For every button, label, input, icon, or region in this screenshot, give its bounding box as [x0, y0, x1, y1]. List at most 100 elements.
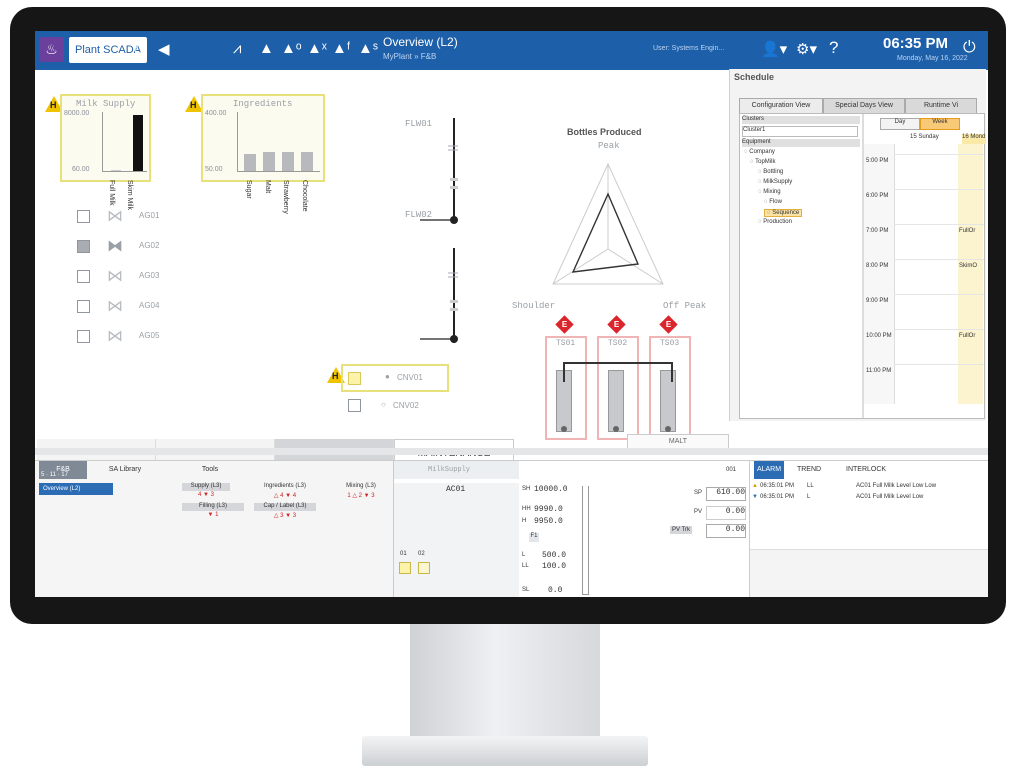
card-title: Ingredients: [233, 99, 293, 109]
valve-icon[interactable]: ⋈: [107, 326, 123, 346]
valve-icon[interactable]: ⋈: [107, 296, 123, 316]
valve-checkbox[interactable]: [77, 330, 90, 343]
page-button[interactable]: Ingredients (L3): [254, 483, 316, 491]
tree-item[interactable]: ◌ Mixing: [758, 189, 781, 195]
conveyor-checkbox[interactable]: [348, 372, 361, 385]
output-indicator[interactable]: [399, 562, 411, 574]
tree-item[interactable]: ◌ Sequence: [764, 209, 803, 217]
tab-trend[interactable]: TREND: [794, 461, 824, 479]
hh-value: 9990.0: [534, 505, 563, 514]
tree-item[interactable]: ◌ Bottling: [758, 169, 783, 175]
alarm-description[interactable]: AC01 Full Milk Level Low: [856, 494, 923, 500]
view-week-button[interactable]: Week: [920, 118, 960, 130]
horizontal-scrollbar[interactable]: [35, 448, 988, 455]
sl-value: 0.0: [548, 586, 563, 595]
valve-list: ⋈ AG01 ⧓ AG02 ⋈ AG03 ⋈ AG04 ⋈ AG05: [73, 208, 193, 380]
alarm-description[interactable]: AC01 Full Milk Level Low Low: [856, 483, 936, 489]
tree-item[interactable]: ◌ Production: [758, 219, 792, 225]
breadcrumb[interactable]: MyPlant » F&B: [383, 52, 436, 61]
valve-checkbox[interactable]: [77, 210, 90, 223]
tab-configuration-view[interactable]: Configuration View: [739, 98, 823, 114]
valve-checkbox[interactable]: [77, 240, 90, 253]
milk-supply-card[interactable]: Milk Supply 8000.00 60.00: [60, 94, 151, 182]
tab-runtime-view[interactable]: Runtime Vi: [905, 98, 977, 114]
time-grid[interactable]: 5:00 PM 6:00 PM 7:00 PM 8:00 PM 9:00 PM 10:00…: [864, 144, 984, 404]
date-label: Monday, May 16, 2022: [897, 55, 968, 62]
alarm-disable-icon[interactable]: ▲ˣ: [307, 40, 327, 57]
time-label: 7:00 PM: [866, 228, 889, 234]
tree-item[interactable]: ◌ Flow: [764, 199, 782, 205]
tab-special-days-view[interactable]: Special Days View: [823, 98, 905, 114]
tree-item[interactable]: ◌ TopMilk: [750, 159, 775, 165]
schedule-event[interactable]: FullOr: [959, 333, 975, 339]
valve-label: AG05: [139, 331, 160, 340]
tank-pipe: [671, 362, 673, 382]
tab-sa-library[interactable]: SA Library: [95, 461, 155, 479]
tank-pipe: [563, 362, 565, 382]
flow-meter-graphics[interactable]: [420, 118, 465, 348]
nav-item-overview[interactable]: Overview (L2): [39, 483, 113, 495]
valve-icon[interactable]: ⋈: [107, 206, 123, 226]
sp-input[interactable]: 610.00: [706, 487, 746, 501]
trend-icon[interactable]: ⩘: [233, 40, 241, 57]
day-header: 16 Mond: [962, 134, 986, 144]
ingredients-card[interactable]: Ingredients 400.00 50.00: [201, 94, 325, 182]
user-menu-icon[interactable]: 👤▾: [761, 40, 787, 58]
faceplate-tag-area: [394, 483, 519, 597]
tank-drain: [561, 426, 567, 432]
output-indicator[interactable]: [418, 562, 430, 574]
circle-outline-icon: ○: [381, 400, 386, 409]
conveyor-cnv01[interactable]: ● CNV01: [341, 364, 449, 392]
ll-label: LL: [522, 563, 529, 569]
conveyor-checkbox[interactable]: [348, 399, 361, 412]
radar-chart: [552, 162, 664, 285]
bar: [263, 152, 275, 171]
home-icon[interactable]: ⌂: [134, 40, 143, 57]
sl-label: SL: [522, 587, 530, 593]
alarm-acknowledge-icon[interactable]: ▲ᵒ: [281, 40, 302, 57]
alarm-icon[interactable]: ▲: [259, 40, 274, 57]
alarm-panel: ALARM TREND INTERLOCK ▲ 06:35:01 PM LL AC01…: [749, 460, 988, 597]
grid-line: [894, 154, 984, 155]
valve-icon[interactable]: ⋈: [107, 266, 123, 286]
tree-label: Company: [749, 149, 775, 155]
back-icon[interactable]: ◀: [158, 40, 170, 58]
user-label[interactable]: User: Systems Engin...: [653, 45, 724, 52]
grid-line: [894, 189, 984, 190]
schedule-event[interactable]: SkimO: [959, 263, 977, 269]
valve-icon[interactable]: ⧓: [107, 236, 123, 256]
pv-label: PV: [694, 509, 703, 515]
pv-track-input[interactable]: 0.00: [706, 524, 746, 538]
y-min: 60.00: [72, 166, 90, 173]
tab-alarm[interactable]: ALARM: [754, 461, 784, 479]
schedule-panel: Schedule Configuration View Special Days…: [729, 69, 986, 421]
tree-label: Sequence: [772, 210, 800, 216]
alarm-summary-icon[interactable]: ▲ˢ: [358, 40, 378, 57]
l-value: 500.0: [542, 551, 567, 560]
cluster-select[interactable]: Cluster1: [742, 126, 858, 137]
bar: [133, 115, 143, 171]
ingredient-bar-area: [237, 112, 320, 172]
tab-interlock[interactable]: INTERLOCK: [846, 461, 886, 479]
valve-checkbox[interactable]: [77, 300, 90, 313]
output-label: 02: [418, 551, 425, 557]
tab-tools[interactable]: Tools: [185, 461, 235, 479]
page-button[interactable]: Mixing (L3): [330, 483, 392, 491]
time-label: 9:00 PM: [866, 298, 889, 304]
navigation-panel: F&B SA Library Tools 5 · 11 · 17 Overvie…: [35, 460, 393, 597]
power-icon[interactable]: ⏻: [963, 39, 976, 57]
settings-icon[interactable]: ⚙▾: [796, 40, 817, 58]
bar-label: Malt: [264, 180, 271, 194]
schedule-event[interactable]: FullOr: [959, 228, 975, 234]
tree-item[interactable]: ◌ Company: [744, 149, 775, 155]
page-button[interactable]: Supply (L3): [182, 483, 230, 491]
clock: 06:35 PM: [883, 35, 949, 52]
page-button[interactable]: Filling (L3): [182, 503, 244, 511]
valve-checkbox[interactable]: [77, 270, 90, 283]
help-icon[interactable]: ?: [829, 38, 838, 58]
tree-item[interactable]: ◌ MilkSupply: [758, 179, 792, 185]
page-buttons: Supply (L3) 4 ▼ 3 Ingredients (L3) △ 4 ▼ 4 M…: [170, 483, 390, 543]
page-button[interactable]: Cap / Label (L3): [254, 503, 316, 511]
view-day-button[interactable]: Day: [880, 118, 920, 130]
alarm-filter-icon[interactable]: ▲ᶠ: [332, 40, 350, 57]
